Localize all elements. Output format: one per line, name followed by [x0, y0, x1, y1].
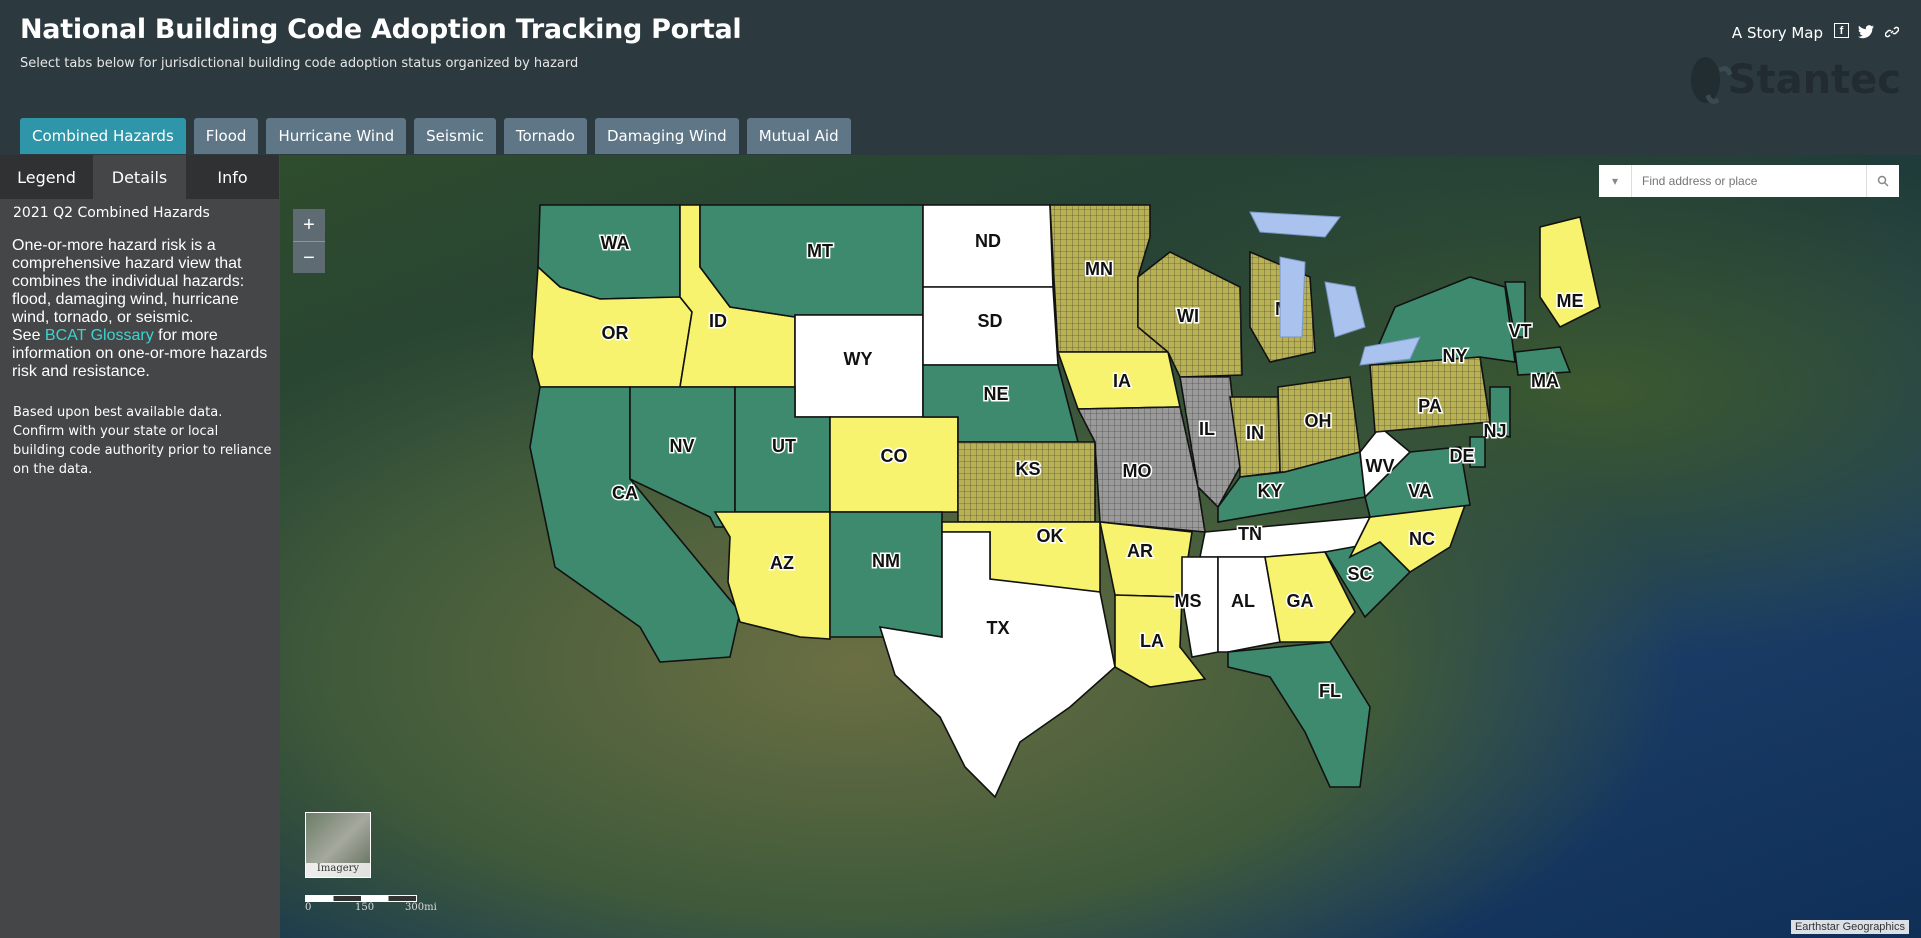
state-label-id: ID	[709, 311, 727, 331]
us-states-map[interactable]: WA OR CA ID NV MT WY UT AZ CO NM ND SD NE KS OK TX MN IA MO…	[280, 155, 1921, 938]
hazard-tabs: Combined Hazards Flood Hurricane Wind Se…	[20, 118, 851, 154]
state-label-il: IL	[1199, 419, 1215, 439]
tab-flood[interactable]: Flood	[193, 118, 259, 154]
zoom-in-button[interactable]: +	[293, 209, 325, 241]
state-label-az: AZ	[770, 553, 794, 573]
state-label-ut: UT	[772, 436, 796, 456]
state-label-mn: MN	[1085, 259, 1113, 279]
state-label-sd: SD	[977, 311, 1002, 331]
details-description: One-or-more hazard risk is a comprehensi…	[12, 237, 270, 381]
tab-damaging-wind[interactable]: Damaging Wind	[594, 118, 739, 154]
scale-label-150: 150	[355, 902, 375, 913]
state-label-ca: CA	[612, 483, 638, 503]
scale-bar: 0 150 300mi	[305, 895, 437, 913]
state-label-nd: ND	[975, 231, 1001, 251]
state-ks-county-grid	[958, 442, 1095, 522]
state-label-ms: MS	[1175, 591, 1202, 611]
page-subtitle: Select tabs below for jurisdictional bui…	[20, 56, 579, 71]
tab-mutual-aid[interactable]: Mutual Aid	[746, 118, 851, 154]
description-text: One-or-more hazard risk is a comprehensi…	[12, 237, 245, 326]
state-label-de: DE	[1449, 446, 1474, 466]
see-text: See	[12, 327, 41, 344]
state-label-ky: KY	[1257, 481, 1282, 501]
state-label-la: LA	[1140, 631, 1164, 651]
search-input[interactable]	[1632, 165, 1866, 197]
scale-bar-graphic	[305, 895, 417, 902]
state-pa-county-grid	[1370, 357, 1490, 432]
tab-hurricane-wind[interactable]: Hurricane Wind	[266, 118, 407, 154]
basemap-toggle[interactable]: Imagery	[305, 812, 371, 878]
map-attribution: Earthstar Geographics	[1790, 920, 1909, 934]
state-label-or: OR	[602, 323, 629, 343]
state-nm[interactable]	[829, 511, 943, 638]
state-label-nm: NM	[872, 551, 900, 571]
state-label-mt: MT	[807, 241, 833, 261]
state-label-va: VA	[1408, 481, 1432, 501]
page-title: National Building Code Adoption Tracking…	[20, 14, 742, 45]
state-label-ok: OK	[1037, 526, 1064, 546]
state-label-tn: TN	[1238, 524, 1262, 544]
scale-label-300: 300mi	[405, 902, 437, 913]
logo-mark-icon	[1691, 57, 1720, 103]
state-label-ny: NY	[1442, 346, 1467, 366]
state-label-wy: WY	[844, 349, 873, 369]
search-button[interactable]	[1866, 165, 1899, 197]
bcat-glossary-link[interactable]: BCAT Glossary	[45, 327, 154, 344]
state-label-vt: VT	[1508, 321, 1531, 341]
panel-tab-details[interactable]: Details	[93, 155, 186, 199]
logo-text: Stantec	[1727, 57, 1901, 103]
stantec-logo: Stantec	[1691, 52, 1901, 108]
details-title: 2021 Q2 Combined Hazards	[13, 205, 210, 221]
facebook-icon[interactable]: f	[1834, 23, 1849, 38]
state-label-al: AL	[1231, 591, 1255, 611]
state-label-ar: AR	[1127, 541, 1153, 561]
state-label-mo: MO	[1123, 461, 1152, 481]
link-icon[interactable]	[1883, 23, 1901, 41]
state-label-tx: TX	[986, 618, 1009, 638]
side-panel: Legend Details Info 2021 Q2 Combined Haz…	[0, 155, 280, 938]
twitter-icon[interactable]	[1857, 23, 1875, 41]
panel-tab-info[interactable]: Info	[186, 155, 279, 199]
great-lake-1	[1279, 256, 1306, 338]
state-label-co: CO	[881, 446, 908, 466]
state-fl[interactable]	[1227, 641, 1371, 788]
state-label-sc: SC	[1347, 564, 1372, 584]
search-source-dropdown[interactable]: ▾	[1599, 165, 1632, 197]
basemap-label: Imagery	[306, 863, 370, 877]
zoom-out-button[interactable]: −	[293, 241, 325, 274]
disclaimer-note: Based upon best available data. Confirm …	[13, 405, 272, 477]
app-header: National Building Code Adoption Tracking…	[0, 0, 1921, 155]
state-label-ia: IA	[1113, 371, 1131, 391]
great-lake-2	[1324, 281, 1366, 338]
scale-label-0: 0	[305, 902, 312, 913]
panel-tab-legend[interactable]: Legend	[0, 155, 93, 199]
panel-tabs: Legend Details Info	[0, 155, 280, 199]
zoom-control: + −	[293, 209, 325, 273]
great-lake-0	[1249, 211, 1341, 238]
state-label-pa: PA	[1418, 396, 1442, 416]
map-view[interactable]: WA OR CA ID NV MT WY UT AZ CO NM ND SD NE KS OK TX MN IA MO…	[280, 155, 1921, 938]
state-label-wv: WV	[1366, 456, 1395, 476]
search-icon	[1877, 175, 1889, 187]
state-label-ne: NE	[983, 384, 1008, 404]
state-label-in: IN	[1246, 423, 1264, 443]
state-label-fl: FL	[1319, 681, 1341, 701]
state-label-wa: WA	[601, 233, 630, 253]
state-mt[interactable]	[699, 204, 924, 318]
state-label-ga: GA	[1287, 591, 1314, 611]
story-map-label: A Story Map	[1731, 24, 1823, 42]
state-label-ma: MA	[1531, 371, 1559, 391]
state-label-me: ME	[1557, 291, 1584, 311]
state-label-nv: NV	[669, 436, 694, 456]
search-widget: ▾	[1599, 165, 1899, 197]
state-label-nc: NC	[1409, 529, 1435, 549]
tab-seismic[interactable]: Seismic	[414, 118, 496, 154]
tab-combined-hazards[interactable]: Combined Hazards	[20, 118, 186, 154]
state-label-wi: WI	[1177, 306, 1199, 326]
tab-tornado[interactable]: Tornado	[503, 118, 587, 154]
state-label-nj: NJ	[1483, 421, 1506, 441]
state-label-ks: KS	[1015, 459, 1040, 479]
state-label-oh: OH	[1305, 411, 1332, 431]
